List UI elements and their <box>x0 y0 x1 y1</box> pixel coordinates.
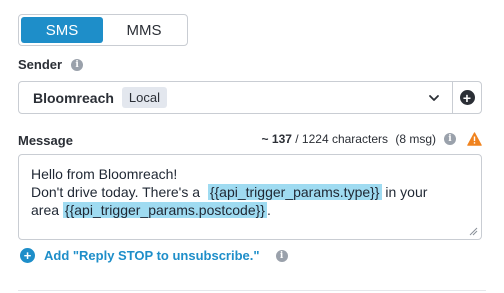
template-token: {{api_trigger_params.type}} <box>207 184 382 200</box>
info-icon[interactable]: i <box>275 249 288 262</box>
plus-circle-icon: + <box>459 90 475 105</box>
resize-handle-icon[interactable] <box>469 227 478 236</box>
add-stop-link[interactable]: + Add "Reply STOP to unsubscribe." i <box>20 248 288 263</box>
character-counter: ~ 137 / 1224 characters (8 msg) <box>262 132 436 146</box>
sender-badge: Local <box>121 87 167 108</box>
chevron-down-icon <box>429 95 439 101</box>
warning-icon[interactable] <box>467 132 482 146</box>
counter-msgs: (8 msg) <box>395 132 436 146</box>
message-line: area {{api_trigger_params.postcode}}. <box>31 202 271 218</box>
message-label: Message <box>18 133 73 148</box>
mms-tab[interactable]: MMS <box>103 17 185 43</box>
add-sender-button[interactable]: + <box>452 81 482 114</box>
sender-label: Sender <box>18 57 63 72</box>
info-icon[interactable]: i <box>444 133 456 145</box>
add-stop-label: Add "Reply STOP to unsubscribe." <box>44 248 260 263</box>
sender-select[interactable]: Bloomreach Local <box>18 81 453 114</box>
sms-tab[interactable]: SMS <box>21 17 103 43</box>
message-line: Hello from Bloomreach! <box>31 166 178 182</box>
template-token: {{api_trigger_params.postcode}} <box>62 202 267 218</box>
plus-circle-icon: + <box>20 248 35 263</box>
counter-total: / 1224 characters <box>295 132 388 146</box>
channel-toggle: SMS MMS <box>18 14 188 46</box>
sender-label-row: Sender i <box>18 57 84 72</box>
message-textarea[interactable]: Hello from Bloomreach! Don't drive today… <box>18 154 482 240</box>
divider <box>18 290 486 291</box>
info-icon[interactable]: i <box>71 58 84 71</box>
sender-value: Bloomreach <box>33 89 114 106</box>
message-line: Don't drive today. There's a {{api_trigg… <box>31 184 428 200</box>
counter-approx: ~ 137 <box>261 132 292 146</box>
